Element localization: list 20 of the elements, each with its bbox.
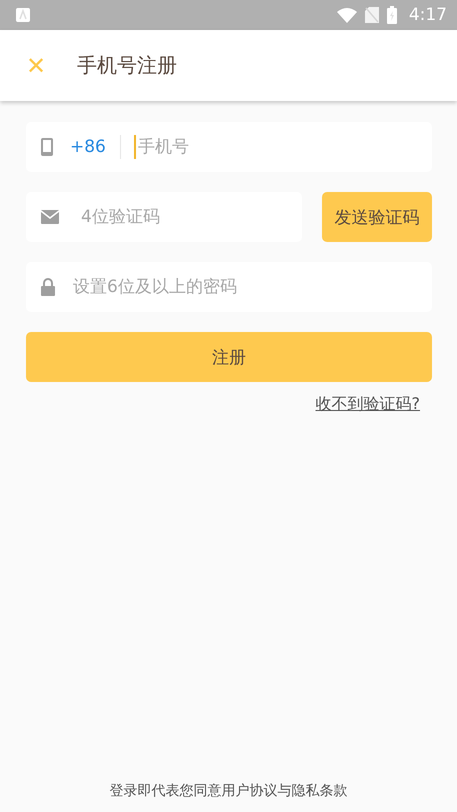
country-code[interactable]: +86	[70, 137, 106, 157]
password-field[interactable]: 设置6位及以上的密码	[26, 262, 432, 312]
phone-icon	[41, 138, 53, 156]
terms-notice: 登录即代表您同意用户协议与隐私条款	[110, 783, 348, 799]
phone-field[interactable]: +86 手机号	[26, 122, 432, 172]
page-title: 手机号注册	[77, 52, 177, 79]
phone-input[interactable]: 手机号	[136, 136, 432, 158]
notification-icon	[16, 8, 30, 22]
no-code-link[interactable]: 收不到验证码?	[316, 394, 420, 415]
lock-icon	[41, 278, 55, 296]
battery-icon	[386, 6, 397, 24]
code-field[interactable]: 4位验证码	[26, 192, 302, 242]
status-time: 4:17	[408, 5, 447, 25]
password-input[interactable]: 设置6位及以上的密码	[71, 276, 432, 298]
code-input[interactable]: 4位验证码	[79, 206, 302, 228]
envelope-icon	[41, 210, 59, 224]
send-code-button[interactable]: 发送验证码	[322, 192, 432, 242]
wifi-icon	[336, 8, 357, 22]
no-sim-icon	[364, 7, 379, 23]
register-button[interactable]: 注册	[26, 332, 432, 382]
